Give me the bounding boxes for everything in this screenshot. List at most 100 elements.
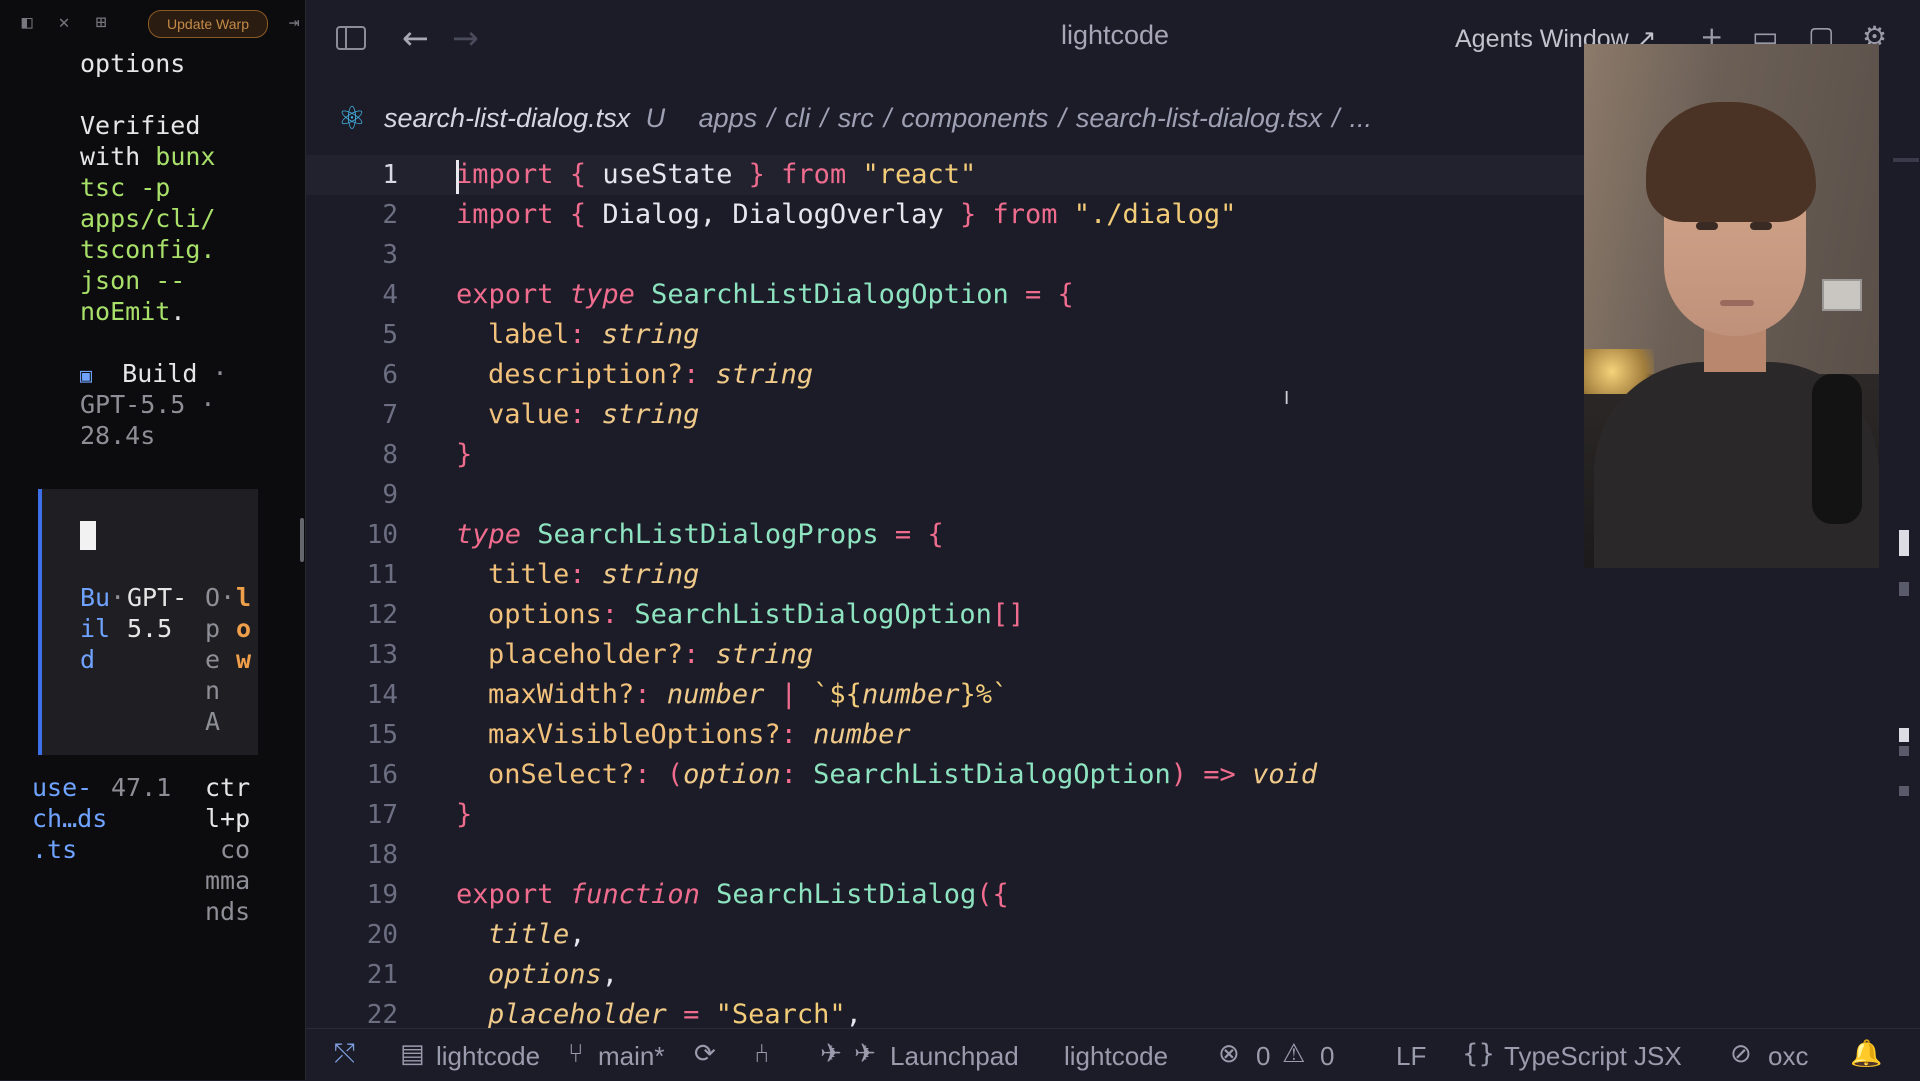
forward-arrow-icon[interactable]: → <box>452 18 479 58</box>
scroll-marker <box>1899 582 1909 596</box>
line-number: 15 <box>366 720 398 750</box>
linter-icon: ⊘ <box>1730 1039 1752 1069</box>
build-icon: ▣ <box>80 363 93 387</box>
line-number: 9 <box>382 480 398 510</box>
linter-label[interactable]: oxc <box>1768 1041 1808 1071</box>
code-line[interactable]: type SearchListDialogProps = { <box>456 515 944 555</box>
grid-icon[interactable]: ⊞ <box>90 12 112 34</box>
terminal-text: Verified <box>80 111 201 140</box>
git-status-badge: U <box>645 103 666 133</box>
tools-icon[interactable]: ✕ <box>53 12 75 34</box>
rocket-icon[interactable]: ✈ <box>820 1039 842 1069</box>
sync-icon[interactable]: ⟳ <box>694 1039 716 1069</box>
breadcrumb-item[interactable]: components <box>901 103 1048 133</box>
code-line[interactable]: onSelect?: (option: SearchListDialogOpti… <box>488 755 1317 795</box>
footer-hint: co <box>220 835 251 864</box>
breadcrumb-file[interactable]: search-list-dialog.tsx <box>384 103 630 133</box>
warning-count[interactable]: 0 <box>1320 1041 1334 1071</box>
language-mode[interactable]: TypeScript JSX <box>1504 1041 1682 1071</box>
breadcrumb-item[interactable]: ... <box>1349 103 1372 133</box>
footer-size: 47.1 <box>111 773 172 802</box>
sidebar-toggle-icon[interactable] <box>336 26 366 50</box>
line-number: 10 <box>366 520 398 550</box>
code-line[interactable]: options, <box>488 955 618 995</box>
code-line[interactable]: placeholder = "Search", <box>488 995 862 1028</box>
line-ending[interactable]: LF <box>1396 1041 1426 1071</box>
line-number: 18 <box>366 840 398 870</box>
card-col2-line: GPT- <box>127 583 188 612</box>
terminal-command: apps/cli/ <box>80 204 216 233</box>
line-number: 16 <box>366 760 398 790</box>
build-status: ▣ Build · <box>80 359 228 388</box>
code-line[interactable]: placeholder?: string <box>488 635 813 675</box>
code-line[interactable]: } <box>456 795 472 835</box>
code-line[interactable]: title: string <box>488 555 699 595</box>
footer-file[interactable]: ch…ds <box>32 803 107 834</box>
footer-file[interactable]: use- <box>32 772 92 803</box>
card-col2-line: 5.5 <box>127 614 173 643</box>
code-line[interactable]: label: string <box>488 315 699 355</box>
react-file-icon: ⚛ <box>337 99 367 137</box>
terminal-text: with bunx <box>80 142 216 171</box>
code-line[interactable]: description?: string <box>488 355 813 395</box>
card-col3-line: A <box>205 707 221 736</box>
breadcrumb-item[interactable]: src <box>838 103 874 133</box>
code-line[interactable]: export function SearchListDialog({ <box>456 875 1009 915</box>
line-number: 21 <box>366 960 398 990</box>
code-line[interactable]: maxWidth?: number | `${number}%` <box>488 675 1008 715</box>
card-col4-line: w <box>236 645 252 674</box>
webcam-microphone <box>1812 374 1862 524</box>
code-line[interactable]: maxVisibleOptions?: number <box>488 715 911 755</box>
code-line[interactable]: import { Dialog, DialogOverlay } from ".… <box>456 195 1236 235</box>
webcam-wall-frame <box>1822 279 1862 311</box>
mouse-ibeam-icon: I <box>1284 388 1290 409</box>
branch-icon: ⑂ <box>568 1039 584 1069</box>
back-arrow-icon[interactable]: ← <box>402 18 429 58</box>
code-line[interactable]: import { useState } from "react" <box>456 155 976 195</box>
card-col1-line: Bu· <box>80 583 126 612</box>
warning-icon[interactable]: ⚠ <box>1282 1039 1305 1069</box>
card-col1-line: il <box>80 614 111 643</box>
code-line[interactable]: options: SearchListDialogOption[] <box>488 595 1024 635</box>
webcam-person-eye <box>1696 222 1718 230</box>
launchpad-label[interactable]: Launchpad <box>890 1041 1019 1071</box>
update-warp-button[interactable]: Update Warp <box>148 10 268 38</box>
code-line[interactable]: } <box>456 435 472 475</box>
error-count[interactable]: 0 <box>1256 1041 1270 1071</box>
error-icon[interactable]: ⊗ <box>1218 1039 1240 1069</box>
card-col4-line: l <box>236 583 252 612</box>
terminal-scrollbar[interactable] <box>300 518 304 562</box>
split-pane-icon[interactable]: ⇥ <box>283 12 305 34</box>
terminal-command: json -- <box>80 266 186 295</box>
line-number: 14 <box>366 680 398 710</box>
workspace-label[interactable]: lightcode <box>436 1041 540 1071</box>
notifications-bell-icon[interactable]: 🔔 <box>1850 1039 1882 1069</box>
footer-hint: nds <box>205 897 251 926</box>
terminal-pane[interactable]: ◧ ✕ ⊞ Update Warp ⇥ options Verified wit… <box>0 0 306 1080</box>
sidebar-panel-icon[interactable]: ◧ <box>16 12 38 34</box>
line-number: 2 <box>382 200 398 230</box>
workspace-icon: ▤ <box>400 1039 425 1069</box>
terminal-command: noEmit. <box>80 297 186 326</box>
scroll-marker <box>1899 728 1909 742</box>
branch-label[interactable]: main* <box>598 1041 664 1071</box>
breadcrumb-item[interactable]: cli <box>785 103 811 133</box>
footer-file[interactable]: .ts <box>32 834 77 865</box>
line-number: 4 <box>382 280 398 310</box>
project-label[interactable]: lightcode <box>1064 1041 1168 1071</box>
code-line[interactable]: value: string <box>488 395 699 435</box>
line-number: 7 <box>382 400 398 430</box>
terminal-toolbar: ◧ ✕ ⊞ Update Warp ⇥ <box>0 0 305 46</box>
git-graph-icon[interactable]: ⑃ <box>754 1039 770 1069</box>
line-number: 13 <box>366 640 398 670</box>
card-col3-line: p <box>205 614 221 643</box>
breadcrumb-item[interactable]: apps <box>699 103 758 133</box>
window-title: lightcode <box>1060 20 1170 50</box>
scroll-marker <box>1899 786 1909 796</box>
breadcrumb-item[interactable]: search-list-dialog.tsx <box>1076 103 1322 133</box>
git-merge-icon[interactable]: ⤲ <box>334 1039 355 1069</box>
code-line[interactable]: title, <box>488 915 586 955</box>
terminal-command: tsconfig. <box>80 235 216 264</box>
code-line[interactable]: export type SearchListDialogOption = { <box>456 275 1074 315</box>
line-number: 22 <box>366 1000 398 1028</box>
